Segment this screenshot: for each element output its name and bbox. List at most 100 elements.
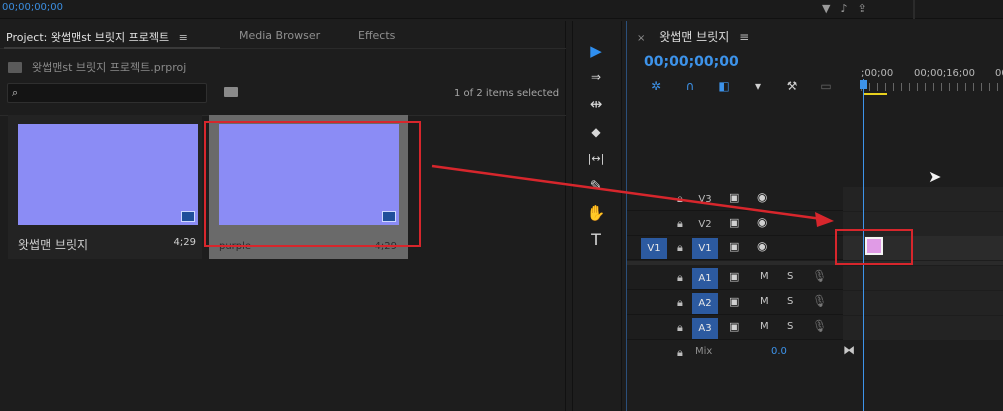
source-target-v1[interactable]: V1	[641, 238, 667, 259]
ruler-label-mid: 00;00;16;00	[914, 68, 976, 79]
mute-button[interactable]: M	[760, 271, 769, 282]
ruler-ticks	[861, 83, 1003, 91]
item-duration: 4;29	[173, 237, 196, 248]
timeline-toolbar: ✲ ∩ ◧ ▾ ⚒ ▭	[647, 79, 835, 93]
lock-icon[interactable]: 🔒︎	[677, 271, 683, 285]
panel-separator	[913, 0, 915, 19]
track-select-tool-icon[interactable]: ⇒	[585, 67, 607, 87]
tab-sequence[interactable]: × 왓썹맨 브릿지 ≡	[637, 28, 749, 45]
track-v3: 🔒︎ V3 ▣ ◉	[627, 187, 1003, 211]
mix-label: Mix	[695, 346, 713, 357]
lock-icon[interactable]: 🔒︎	[677, 241, 683, 255]
track-a1: 🔒︎ A1 ▣ M S 🎙︎	[627, 266, 1003, 290]
work-area-bar[interactable]	[863, 93, 887, 95]
track-area[interactable]	[843, 291, 1003, 315]
track-label[interactable]: A3	[692, 318, 718, 339]
sync-lock-icon[interactable]: ▣	[729, 295, 739, 308]
track-area[interactable]	[843, 266, 1003, 290]
sync-lock-icon[interactable]: ▣	[729, 216, 739, 229]
lock-icon[interactable]: 🔒︎	[677, 217, 683, 231]
timeline-tab-bar: × 왓썹맨 브릿지 ≡	[627, 21, 1003, 49]
timeline-panel: × 왓썹맨 브릿지 ≡ 00;00;00;00 ✲ ∩ ◧ ▾ ⚒ ▭ ;00;…	[626, 21, 1003, 411]
timeline-timecode[interactable]: 00;00;00;00	[644, 54, 739, 70]
tab-effects[interactable]: Effects	[358, 29, 395, 42]
track-v2: 🔒︎ V2 ▣ ◉	[627, 212, 1003, 236]
eye-icon[interactable]: ◉	[757, 190, 767, 204]
lock-icon[interactable]: 🔒︎	[677, 346, 683, 360]
sync-lock-icon[interactable]: ▣	[729, 191, 739, 204]
wrench-icon[interactable]: ⚒	[783, 79, 801, 93]
top-bar: 00;00;00;00 ▼ ♪ ⇪	[0, 0, 1003, 19]
filter-icon[interactable]: ▼	[822, 2, 830, 15]
mic-icon[interactable]: 🎙︎	[812, 319, 827, 333]
sequence-name: 왓썹맨 브릿지	[659, 30, 730, 44]
project-file-name: 왓썹맨st 브릿지 프로젝트.prproj	[32, 61, 187, 74]
track-a2: 🔒︎ A2 ▣ M S 🎙︎	[627, 291, 1003, 315]
lock-icon[interactable]: 🔒︎	[677, 192, 683, 206]
lock-icon[interactable]: 🔒︎	[677, 321, 683, 335]
mix-value[interactable]: 0.0	[771, 346, 787, 357]
mix-track: 🔒︎ Mix 0.0 ⧓	[627, 341, 1003, 365]
panel-menu-icon[interactable]: ≡	[179, 31, 188, 44]
playhead-handle[interactable]	[860, 80, 867, 89]
track-label[interactable]: A1	[692, 268, 718, 289]
eye-icon[interactable]: ◉	[757, 239, 767, 253]
track-label[interactable]: V1	[692, 238, 718, 259]
nest-icon[interactable]: ✲	[647, 79, 665, 93]
annotation-box-target	[835, 229, 913, 265]
project-item-sequence[interactable]: 왓썹맨 브릿지 4;29	[8, 115, 202, 259]
solo-button[interactable]: S	[787, 296, 793, 307]
track-label[interactable]: A2	[692, 293, 718, 314]
hand-tool-icon[interactable]: ✋	[585, 203, 607, 223]
lock-icon[interactable]: 🔒︎	[677, 296, 683, 310]
active-tab-underline	[4, 47, 220, 49]
track-label[interactable]: V2	[692, 214, 718, 235]
ripple-edit-tool-icon[interactable]: ⇹	[585, 94, 607, 114]
search-input[interactable]: ⌕	[7, 83, 207, 103]
item-name: 왓썹맨 브릿지	[18, 238, 89, 252]
sequence-icon	[181, 211, 195, 222]
snap-icon[interactable]: ∩	[681, 79, 699, 93]
pen-tool-icon[interactable]: ✎	[585, 176, 607, 196]
project-file-row: 왓썹맨st 브릿지 프로젝트.prproj	[8, 59, 186, 75]
solo-button[interactable]: S	[787, 321, 793, 332]
track-area[interactable]	[843, 316, 1003, 340]
type-tool-icon[interactable]: T	[585, 230, 607, 250]
sequence-thumbnail	[18, 124, 198, 225]
sync-lock-icon[interactable]: ▣	[729, 320, 739, 333]
search-icon: ⌕	[12, 86, 19, 99]
solo-button[interactable]: S	[787, 271, 793, 282]
track-a3: 🔒︎ A3 ▣ M S 🎙︎	[627, 316, 1003, 340]
linked-selection-icon[interactable]: ◧	[715, 79, 733, 93]
sync-lock-icon[interactable]: ▣	[729, 240, 739, 253]
marker-icon[interactable]: ▾	[749, 79, 767, 93]
slip-tool-icon[interactable]: |↔|	[585, 149, 607, 169]
track-area[interactable]	[843, 187, 1003, 211]
mic-icon[interactable]: 🎙︎	[812, 269, 827, 283]
tab-project[interactable]: Project: 왓썹맨st 브릿지 프로젝트 ≡	[6, 29, 188, 45]
mouse-cursor-icon: ➤	[928, 167, 942, 186]
track-v1: V1 🔒︎ V1 ▣ ◉	[627, 236, 1003, 260]
insert-icon[interactable]: ♪	[840, 2, 847, 15]
mic-icon[interactable]: 🎙︎	[812, 294, 827, 308]
razor-tool-icon[interactable]: ◆	[585, 122, 607, 142]
close-icon[interactable]: ×	[637, 33, 645, 44]
mute-button[interactable]: M	[760, 296, 769, 307]
ruler-label-end: 00	[995, 68, 1003, 79]
selection-tool-icon[interactable]: ▶	[585, 41, 607, 61]
new-bin-icon[interactable]	[224, 87, 238, 97]
captions-icon[interactable]: ▭	[817, 79, 835, 93]
folder-icon	[8, 61, 22, 73]
tab-media-browser[interactable]: Media Browser	[239, 29, 320, 42]
tools-panel: ▶ ⇒ ⇹ ◆ |↔| ✎ ✋ T	[572, 21, 622, 411]
go-to-end-icon[interactable]: ⧓	[843, 343, 855, 357]
video-audio-divider[interactable]	[627, 261, 1003, 265]
track-label[interactable]: V3	[692, 189, 718, 210]
export-icon[interactable]: ⇪	[858, 2, 867, 15]
eye-icon[interactable]: ◉	[757, 215, 767, 229]
program-timecode: 00;00;00;00	[2, 2, 64, 13]
sync-lock-icon[interactable]: ▣	[729, 270, 739, 283]
mute-button[interactable]: M	[760, 321, 769, 332]
panel-menu-icon[interactable]: ≡	[739, 30, 749, 44]
ruler-label-start: ;00;00	[861, 68, 894, 79]
